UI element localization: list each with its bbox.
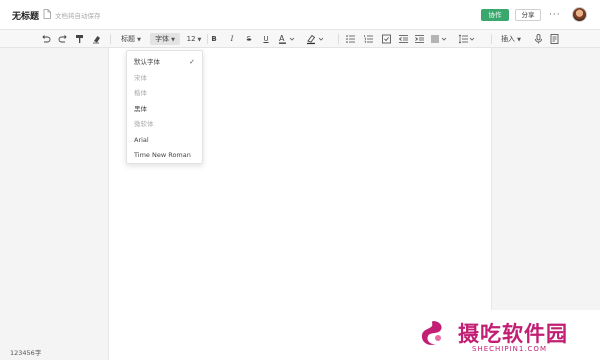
font-option-times-new-roman[interactable]: Time New Roman: [127, 148, 202, 164]
toolbar-divider: [207, 34, 208, 44]
font-family-dropdown[interactable]: 字体 ▼: [150, 33, 180, 45]
font-option-heiti[interactable]: 黑体: [127, 102, 202, 118]
indent-decrease-icon[interactable]: [398, 33, 409, 45]
document-icon: [43, 9, 51, 19]
font-option-default[interactable]: 默认字体 ✓: [127, 55, 202, 71]
svg-text:A: A: [279, 34, 285, 43]
watermark-logo-icon: [421, 321, 442, 345]
more-options-icon[interactable]: ···: [549, 10, 561, 20]
format-painter-icon[interactable]: [74, 33, 85, 45]
checkmark-icon: ✓: [189, 58, 195, 66]
document-title[interactable]: 无标题: [12, 9, 39, 22]
font-size-dropdown[interactable]: 12 ▼: [184, 33, 204, 45]
indent-increase-icon[interactable]: [414, 33, 425, 45]
word-count: 123456字: [10, 349, 42, 357]
share-button[interactable]: 分享: [515, 9, 541, 21]
font-size-value: 12: [186, 35, 196, 43]
bold-icon[interactable]: B: [209, 33, 219, 45]
strikethrough-icon[interactable]: S: [244, 33, 254, 45]
formatting-toolbar: 标题 ▼ 字体 ▼ 12 ▼ B I S U A 插入 ▼: [0, 30, 600, 48]
italic-icon[interactable]: I: [227, 33, 237, 45]
insert-label: 插入: [501, 35, 516, 43]
font-family-label: 字体: [155, 35, 170, 43]
toolbar-divider: [491, 34, 492, 44]
watermark-name: 摄吃软件园: [458, 322, 568, 346]
microphone-icon[interactable]: [533, 33, 544, 45]
numbered-list-icon[interactable]: [363, 33, 374, 45]
font-option-kaiti[interactable]: 楷体: [127, 86, 202, 102]
chevron-down-icon: ▼: [517, 37, 521, 43]
insert-dropdown[interactable]: 插入 ▼: [499, 33, 523, 45]
heading-dropdown[interactable]: 标题 ▼: [117, 33, 145, 45]
watermark: 摄吃软件园 SHECHIPIN1.COM: [398, 310, 600, 360]
chevron-down-icon: ▼: [137, 37, 141, 43]
collaborate-button[interactable]: 协作: [481, 9, 509, 21]
top-bar: 无标题 文档将自动保存 协作 分享 ···: [0, 0, 600, 30]
font-family-menu: 默认字体 ✓ 宋体 楷体 黑体 微软体 Arial Time New Roman: [126, 50, 203, 164]
underline-icon[interactable]: U: [261, 33, 271, 45]
chevron-down-icon: ▼: [197, 37, 202, 43]
avatar[interactable]: [572, 7, 587, 22]
redo-icon[interactable]: [58, 33, 69, 45]
chevron-down-icon: ▼: [171, 37, 175, 43]
undo-icon[interactable]: [40, 33, 51, 45]
document-settings-icon[interactable]: [549, 33, 560, 45]
font-option-weiruan[interactable]: 微软体: [127, 117, 202, 133]
heading-label: 标题: [121, 35, 136, 43]
font-option-arial[interactable]: Arial: [127, 133, 202, 149]
highlight-color-icon[interactable]: [306, 33, 326, 45]
toolbar-divider: [338, 34, 339, 44]
autosave-status: 文档将自动保存: [55, 12, 101, 20]
font-color-icon[interactable]: A: [278, 33, 296, 45]
toolbar-divider: [110, 34, 111, 44]
clear-format-icon[interactable]: [91, 33, 102, 45]
checklist-icon[interactable]: [381, 33, 392, 45]
watermark-url: SHECHIPIN1.COM: [472, 345, 547, 353]
font-option-songti[interactable]: 宋体: [127, 71, 202, 87]
bulleted-list-icon[interactable]: [345, 33, 356, 45]
align-dropdown-icon[interactable]: [430, 33, 448, 45]
line-spacing-icon[interactable]: [458, 33, 476, 45]
